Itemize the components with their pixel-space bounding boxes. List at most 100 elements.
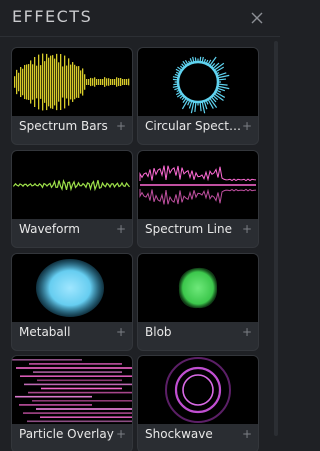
particle-streak <box>16 367 132 369</box>
spectrum-bar <box>26 64 28 100</box>
add-effect-button[interactable]: + <box>242 427 252 441</box>
effect-label: Spectrum Line <box>145 222 232 236</box>
spectrum-spike <box>214 62 225 71</box>
blob-preview <box>138 254 258 322</box>
add-effect-button[interactable]: + <box>242 325 252 339</box>
spectrum-spike <box>205 59 209 64</box>
spectrum-bars-preview <box>12 48 132 116</box>
spectrum-bar <box>14 76 16 88</box>
spectrum-spike <box>172 85 178 88</box>
spectrum-bar <box>126 79 128 85</box>
particle-streak <box>28 391 132 394</box>
spectrum-bar <box>64 55 66 109</box>
spectrum-bar <box>48 57 50 107</box>
spectrum-bar <box>38 54 40 110</box>
metaball-shape <box>36 259 104 317</box>
particle-streak <box>23 412 132 414</box>
spectrum-bar <box>82 68 84 96</box>
add-effect-button[interactable]: + <box>242 222 252 236</box>
spectrum-bar <box>44 61 46 103</box>
waveform-line <box>13 178 130 192</box>
particle-streak <box>20 375 132 377</box>
effect-card-metaball[interactable]: Metaball + <box>11 253 133 351</box>
spectrum-spike <box>175 68 181 73</box>
particle-streak <box>40 416 132 418</box>
effect-label: Metaball <box>19 325 71 339</box>
effect-card-circular-spectrum[interactable]: Circular Spect… + <box>137 47 259 145</box>
effect-card-spectrum-bars[interactable]: Spectrum Bars + <box>11 47 133 145</box>
add-effect-button[interactable]: + <box>116 325 126 339</box>
spectrum-spike <box>216 72 220 75</box>
circular-spectrum-preview <box>138 48 258 116</box>
spectrum-bar <box>112 79 114 85</box>
spectrum-bar <box>88 79 90 85</box>
effect-card-particle-overlay[interactable]: Particle Overlay + <box>11 355 133 451</box>
spectrum-bar <box>90 77 92 87</box>
spectrum-bar <box>24 64 26 100</box>
spectrum-bar <box>58 62 60 102</box>
spectrum-spike <box>203 58 207 63</box>
spectrum-bar <box>110 79 112 85</box>
effect-card-waveform[interactable]: Waveform + <box>11 150 133 248</box>
spectrum-bar <box>62 66 64 98</box>
spectrum-spike <box>182 98 187 103</box>
spectrum-bar <box>68 58 70 106</box>
spectrum-spike <box>179 65 183 69</box>
spectrum-spike <box>207 59 212 65</box>
spectrum-bar <box>66 65 68 99</box>
particle-streak <box>19 404 92 406</box>
spectrum-bar <box>92 78 94 86</box>
spectrum-bar <box>76 66 78 98</box>
particle-streak <box>29 363 122 365</box>
spectrum-spike <box>201 56 204 62</box>
spectrum-spike <box>179 95 183 99</box>
spectrum-bar <box>32 64 34 100</box>
scrollbar[interactable] <box>274 41 278 436</box>
spectrum-bar <box>50 55 52 109</box>
particle-streak <box>24 383 132 386</box>
spectrum-bar <box>52 55 54 109</box>
spectrum-bar <box>96 79 98 85</box>
spectrum-bar <box>128 78 130 86</box>
effect-label: Waveform <box>19 222 80 236</box>
spectrum-spike <box>211 63 216 67</box>
spectrum-spike <box>176 93 182 98</box>
spectrum-bar <box>28 64 30 100</box>
spectrum-spike <box>217 72 227 77</box>
add-effect-button[interactable]: + <box>116 119 126 133</box>
particle-overlay-preview <box>12 356 132 424</box>
close-icon[interactable] <box>246 7 268 29</box>
spectrum-spike <box>189 58 193 63</box>
spectrum-spike <box>218 83 228 86</box>
spectrum-bar <box>56 53 58 111</box>
spectrum-bar <box>60 54 62 110</box>
spectrum-spike <box>218 74 230 79</box>
add-effect-button[interactable]: + <box>116 427 126 441</box>
effect-card-shockwave[interactable]: Shockwave + <box>137 355 259 451</box>
spectrum-ring <box>176 60 220 104</box>
shockwave-preview <box>138 356 258 424</box>
effect-label: Circular Spect… <box>145 119 241 133</box>
add-effect-button[interactable]: + <box>116 222 126 236</box>
metaball-preview <box>12 254 132 322</box>
effect-card-spectrum-line[interactable]: Spectrum Line + <box>137 150 259 248</box>
spectrum-spike <box>194 102 197 112</box>
spectrum-spike <box>188 101 193 109</box>
spectrum-bar <box>106 78 108 86</box>
effect-label: Particle Overlay <box>19 427 114 441</box>
spectrum-bar <box>114 79 116 85</box>
spectrum-bar <box>18 72 20 92</box>
spectrum-bar <box>122 79 124 85</box>
spectrum-spike <box>209 56 217 66</box>
add-effect-button[interactable]: + <box>242 119 252 133</box>
spectrum-spike <box>176 89 180 93</box>
spectrum-spike <box>205 100 209 105</box>
effect-label: Shockwave <box>145 427 213 441</box>
spectrum-line-bottom <box>139 188 257 205</box>
spectrum-bar <box>20 66 22 98</box>
spectrum-spike <box>175 91 181 96</box>
particle-streak <box>27 420 132 423</box>
effect-card-blob[interactable]: Blob + <box>137 253 259 351</box>
blob-shape <box>178 267 218 309</box>
spectrum-spike <box>181 97 185 101</box>
